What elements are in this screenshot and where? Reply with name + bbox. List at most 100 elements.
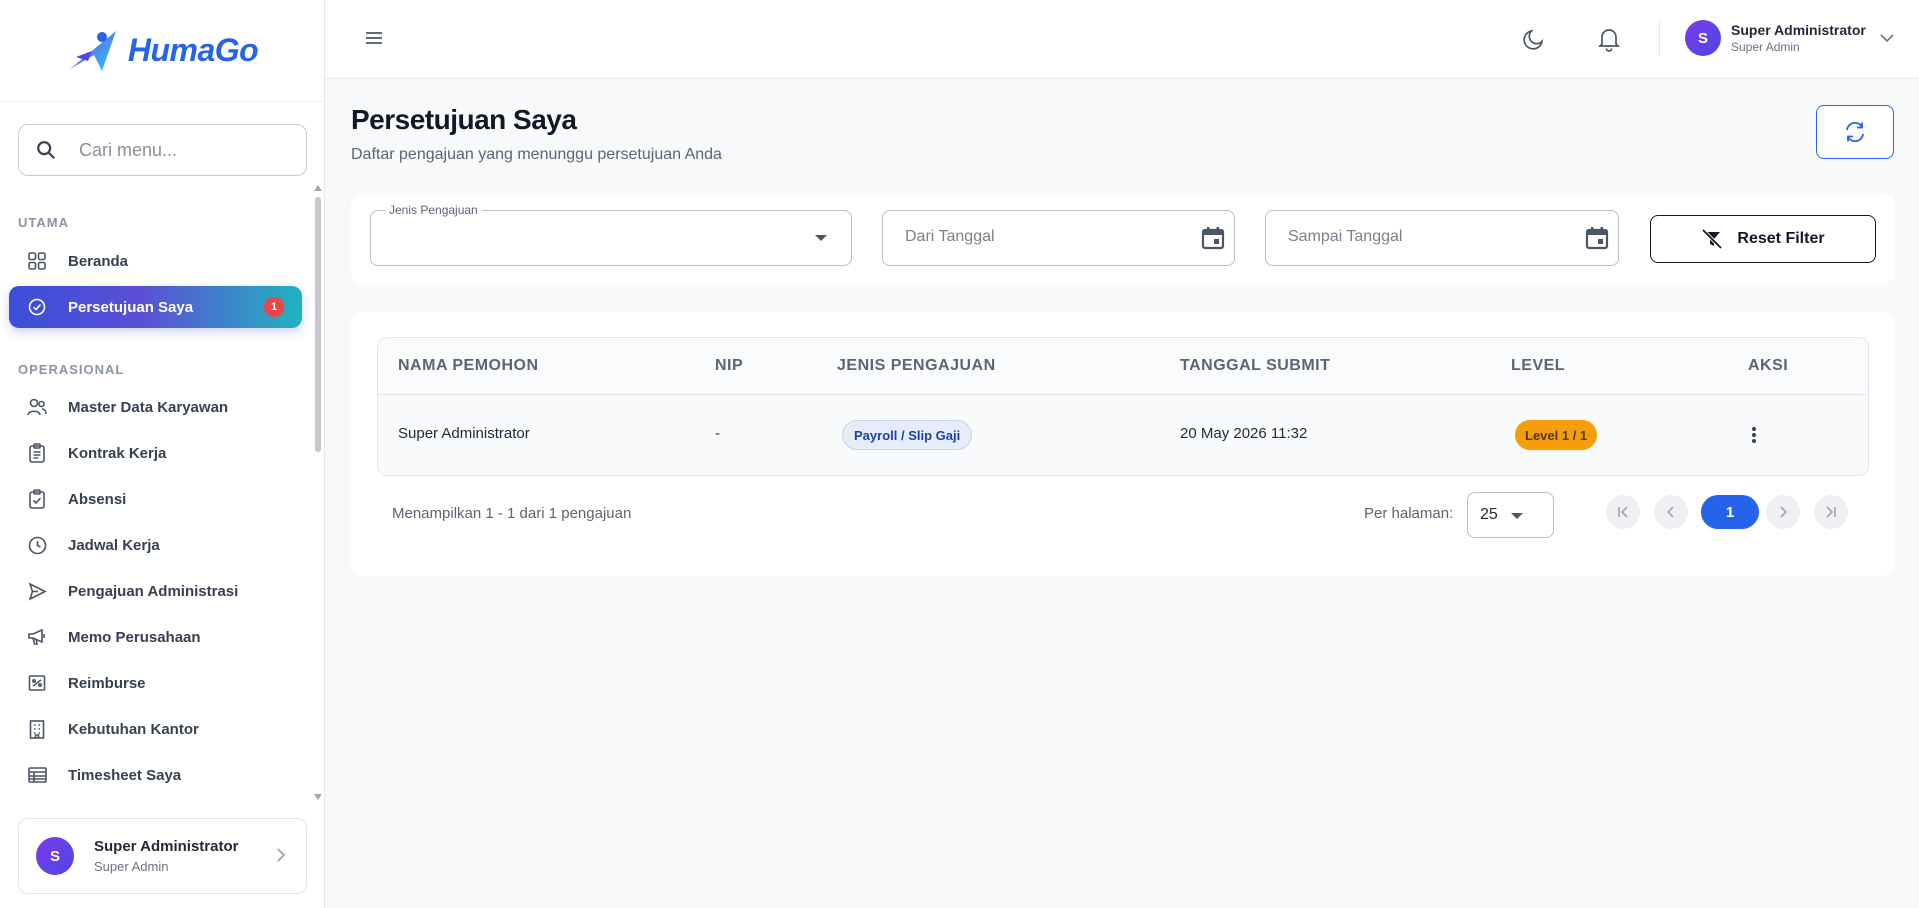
send-icon: [27, 581, 47, 601]
sidebar-scrollbar[interactable]: [314, 185, 322, 800]
page-title: Persetujuan Saya: [351, 104, 577, 135]
column-header[interactable]: NAMA PEMOHON: [398, 357, 539, 375]
sidebar-item-label: Pengajuan Administrasi: [68, 582, 239, 600]
sidebar-item-label: Master Data Karyawan: [68, 398, 229, 416]
previous-page-button[interactable]: [1654, 495, 1688, 529]
refresh-icon: [1846, 121, 1864, 143]
sidebar-item-label: Timesheet Saya: [68, 766, 182, 784]
menu-search-input[interactable]: Cari menu...: [18, 124, 307, 176]
level-badge: Level 1 / 1: [1515, 420, 1598, 450]
sidebar-item-reimburse[interactable]: Reimburse: [9, 662, 302, 704]
pagination-summary: Menampilkan 1 - 1 dari 1 pengajuan: [392, 505, 632, 522]
scrollbar-thumb[interactable]: [315, 197, 321, 452]
calendar-icon[interactable]: [1584, 225, 1610, 251]
hamburger-menu-icon[interactable]: [365, 29, 383, 47]
avatar: S: [36, 837, 74, 875]
chevron-right-icon: [277, 848, 286, 862]
last-page-icon: [1826, 506, 1836, 518]
sidebar-item-label: Jadwal Kerja: [68, 536, 160, 554]
sidebar-item-jadwal-kerja[interactable]: Jadwal Kerja: [9, 524, 302, 566]
scroll-up-arrow-icon[interactable]: [314, 185, 322, 191]
logo[interactable]: HumaGo: [0, 0, 324, 102]
sidebar-item-label: Absensi: [68, 490, 127, 508]
moon-icon[interactable]: [1521, 26, 1547, 52]
search-placeholder: Cari menu...: [79, 139, 178, 160]
avatar: S: [1685, 20, 1721, 56]
chevron-down-icon: [1880, 34, 1894, 42]
logo-icon: [69, 30, 116, 71]
approvals-table: NAMA PEMOHON NIP JENIS PENGAJUAN TANGGAL…: [377, 337, 1869, 476]
sidebar-item-absensi[interactable]: Absensi: [9, 478, 302, 520]
page-button-current[interactable]: 1: [1701, 495, 1759, 529]
column-header[interactable]: NIP: [715, 357, 743, 375]
section-label-utama: UTAMA: [18, 215, 69, 230]
column-header[interactable]: JENIS PENGAJUAN: [837, 357, 996, 375]
sidebar-item-pengajuan-administrasi[interactable]: Pengajuan Administrasi: [9, 570, 302, 612]
sidebar-item-label: Kebutuhan Kantor: [68, 720, 199, 738]
field-placeholder: Dari Tanggal: [905, 228, 995, 245]
column-header[interactable]: LEVEL: [1511, 357, 1565, 375]
reset-filter-button[interactable]: Reset Filter: [1650, 215, 1876, 263]
chevron-left-icon: [1666, 506, 1674, 518]
next-page-button[interactable]: [1766, 495, 1800, 529]
request-type-chip: Payroll / Slip Gaji: [842, 420, 973, 450]
last-page-button[interactable]: [1814, 495, 1848, 529]
grid-icon: [27, 251, 47, 271]
user-role: Super Admin: [94, 859, 169, 874]
dari-tanggal-field[interactable]: Dari Tanggal: [882, 210, 1235, 266]
approvals-table-card: NAMA PEMOHON NIP JENIS PENGAJUAN TANGGAL…: [351, 312, 1894, 576]
clipboard-icon: [27, 443, 47, 463]
megaphone-icon: [27, 627, 47, 647]
field-label: Jenis Pengajuan: [385, 203, 482, 217]
per-page-value: 25: [1480, 506, 1498, 523]
sidebar-item-label: Persetujuan Saya: [68, 298, 194, 316]
sidebar-item-timesheet-saya[interactable]: Timesheet Saya: [9, 754, 302, 796]
cell-nip: -: [715, 425, 720, 442]
more-vertical-icon[interactable]: [1751, 425, 1757, 445]
cell-submitted: 20 May 2026 11:32: [1180, 425, 1308, 442]
table-row[interactable]: Super Administrator - Payroll / Slip Gaj…: [378, 395, 1868, 475]
section-label-operasional: OPERASIONAL: [18, 362, 125, 377]
caret-down-icon: [1511, 513, 1523, 519]
bell-icon[interactable]: [1597, 26, 1621, 52]
sidebar-item-beranda[interactable]: Beranda: [9, 240, 302, 282]
scroll-down-arrow-icon[interactable]: [314, 794, 322, 800]
search-icon: [37, 141, 56, 160]
jenis-pengajuan-select[interactable]: Jenis Pengajuan: [370, 203, 852, 266]
divider: [1659, 22, 1660, 56]
sidebar-item-persetujuan-saya[interactable]: Persetujuan Saya 1: [9, 286, 302, 328]
field-placeholder: Sampai Tanggal: [1288, 228, 1403, 245]
sidebar-item-label: Reimburse: [68, 674, 146, 692]
sidebar-item-kebutuhan-kantor[interactable]: Kebutuhan Kantor: [9, 708, 302, 750]
sidebar-user-card[interactable]: S Super Administrator Super Admin: [18, 818, 307, 894]
caret-down-icon: [815, 235, 827, 241]
building-icon: [27, 719, 47, 739]
receipt-icon: [27, 673, 47, 693]
table-header: NAMA PEMOHON NIP JENIS PENGAJUAN TANGGAL…: [378, 338, 1868, 395]
reset-filter-label: Reset Filter: [1737, 230, 1825, 247]
refresh-button[interactable]: [1816, 105, 1894, 159]
chevron-right-icon: [1780, 506, 1788, 518]
notification-badge: 1: [264, 297, 284, 317]
sampai-tanggal-field[interactable]: Sampai Tanggal: [1265, 210, 1619, 266]
first-page-button[interactable]: [1606, 495, 1640, 529]
sidebar-item-master-data-karyawan[interactable]: Master Data Karyawan: [9, 386, 302, 428]
sidebar-item-kontrak-kerja[interactable]: Kontrak Kerja: [9, 432, 302, 474]
filter-off-icon: [1702, 228, 1723, 250]
table-icon: [27, 765, 47, 785]
check-circle-icon: [27, 297, 47, 317]
filter-card: Jenis Pengajuan Dari Tanggal Sampai Tang…: [351, 193, 1894, 285]
calendar-icon[interactable]: [1200, 225, 1226, 251]
per-page-select[interactable]: 25: [1467, 492, 1554, 538]
sidebar-nav: UTAMA Beranda Persetujuan Saya 1 OPERASI…: [0, 200, 325, 800]
users-icon: [27, 397, 47, 417]
sidebar-item-label: Beranda: [68, 252, 129, 270]
sidebar: HumaGo Cari menu... UTAMA Beranda Perset…: [0, 0, 325, 908]
sidebar-item-label: Kontrak Kerja: [68, 444, 167, 462]
column-header: AKSI: [1748, 357, 1789, 374]
sidebar-item-memo-perusahaan[interactable]: Memo Perusahaan: [9, 616, 302, 658]
column-header[interactable]: TANGGAL SUBMIT: [1180, 357, 1330, 375]
header-user-menu[interactable]: S Super Administrator Super Admin: [1685, 20, 1894, 56]
user-name: Super Administrator: [94, 838, 239, 855]
user-role: Super Admin: [1731, 40, 1800, 54]
